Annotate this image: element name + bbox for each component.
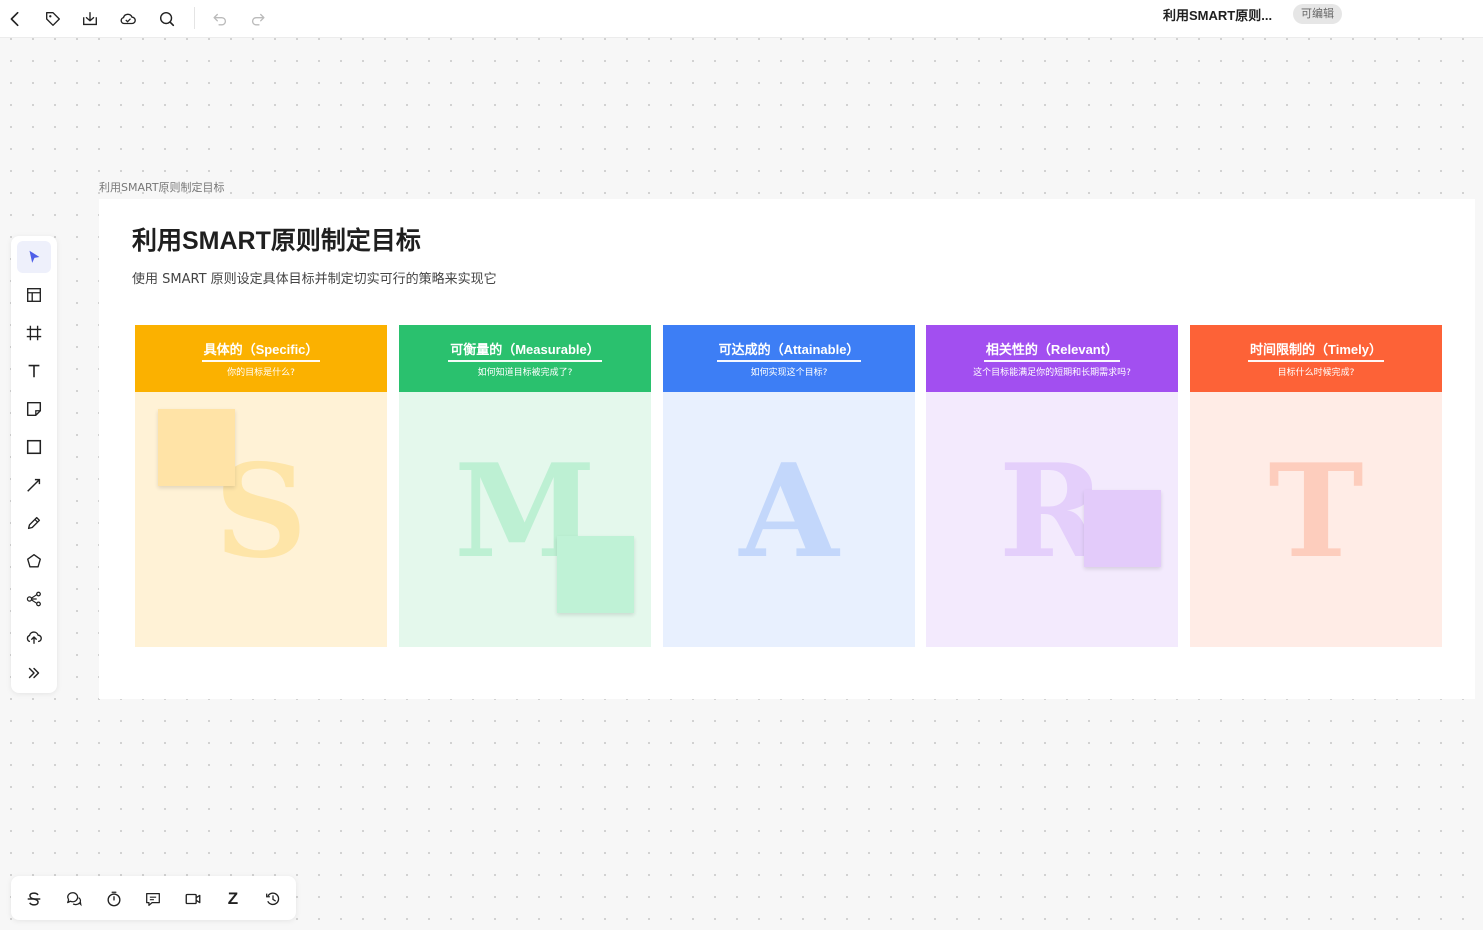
shape-icon[interactable] [17, 545, 51, 577]
video-icon[interactable] [180, 886, 206, 912]
search-icon[interactable] [154, 6, 180, 32]
more-icon[interactable] [17, 657, 51, 689]
frame-label[interactable]: 利用SMART原则制定目标 [99, 179, 225, 195]
sticky-note-icon[interactable] [17, 393, 51, 425]
back-icon[interactable] [2, 6, 28, 32]
select-tool-icon[interactable] [17, 241, 51, 273]
upload-icon[interactable] [17, 621, 51, 653]
board-subtitle: 使用 SMART 原则设定具体目标并制定切实可行的策略来实现它 [132, 272, 497, 287]
card-title: 时间限制的（Timely） [1248, 341, 1384, 362]
card-relevant[interactable]: 相关性的（Relevant） 这个目标能满足你的短期和长期需求吗? R [926, 325, 1178, 647]
pen-icon[interactable] [17, 507, 51, 539]
card-title: 可衡量的（Measurable） [448, 341, 602, 362]
card-measurable[interactable]: 可衡量的（Measurable） 如何知道目标被完成了? M [399, 325, 651, 647]
card-header: 相关性的（Relevant） 这个目标能满足你的短期和长期需求吗? [926, 325, 1178, 392]
card-question: 如何知道目标被完成了? [477, 368, 573, 378]
card-question: 目标什么时候完成? [1277, 368, 1355, 378]
template-icon[interactable] [17, 279, 51, 311]
undo-icon[interactable] [207, 6, 233, 32]
card-question: 你的目标是什么? [227, 368, 295, 378]
line-icon[interactable] [17, 469, 51, 501]
strikethrough-icon[interactable] [21, 886, 47, 912]
mindmap-icon[interactable] [17, 583, 51, 615]
card-letter: A [739, 437, 839, 587]
frame-icon[interactable] [17, 317, 51, 349]
bottom-toolbar: Z [11, 876, 296, 920]
card-title: 相关性的（Relevant） [983, 341, 1121, 362]
card-header: 可衡量的（Measurable） 如何知道目标被完成了? [399, 325, 651, 392]
left-toolbar [11, 236, 57, 693]
card-header: 可达成的（Attainable） 如何实现这个目标? [663, 325, 915, 392]
card-question: 这个目标能满足你的短期和长期需求吗? [973, 368, 1131, 378]
sticky-note[interactable] [1084, 490, 1161, 567]
text-icon[interactable] [17, 355, 51, 387]
card-header: 具体的（Specific） 你的目标是什么? [135, 325, 387, 392]
download-icon[interactable] [77, 6, 103, 32]
smart-frame[interactable]: 利用SMART原则制定目标 使用 SMART 原则设定具体目标并制定切实可行的策… [99, 199, 1475, 699]
card-title: 具体的（Specific） [201, 341, 321, 362]
sleep-icon[interactable]: Z [220, 886, 246, 912]
timer-icon[interactable] [101, 886, 127, 912]
document-title[interactable]: 利用SMART原则... [1163, 7, 1272, 25]
card-question: 如何实现这个目标? [750, 368, 828, 378]
cloud-icon[interactable] [115, 6, 141, 32]
top-bar: 利用SMART原则... 可编辑 [0, 0, 1483, 38]
history-icon[interactable] [260, 886, 286, 912]
comment-icon[interactable] [61, 886, 87, 912]
card-letter: T [1268, 437, 1364, 587]
board-title: 利用SMART原则制定目标 [132, 227, 421, 255]
redo-icon[interactable] [245, 6, 271, 32]
card-attainable[interactable]: 可达成的（Attainable） 如何实现这个目标? A [663, 325, 915, 647]
sticky-note[interactable] [557, 536, 634, 613]
card-timely[interactable]: 时间限制的（Timely） 目标什么时候完成? T [1190, 325, 1442, 647]
card-specific[interactable]: 具体的（Specific） 你的目标是什么? S [135, 325, 387, 647]
rectangle-icon[interactable] [17, 431, 51, 463]
card-header: 时间限制的（Timely） 目标什么时候完成? [1190, 325, 1442, 392]
chat-icon[interactable] [140, 886, 166, 912]
tag-icon[interactable] [40, 6, 66, 32]
edit-permission-badge[interactable]: 可编辑 [1293, 4, 1342, 24]
sticky-note[interactable] [158, 409, 235, 486]
toolbar-divider [194, 7, 195, 29]
card-title: 可达成的（Attainable） [716, 341, 862, 362]
